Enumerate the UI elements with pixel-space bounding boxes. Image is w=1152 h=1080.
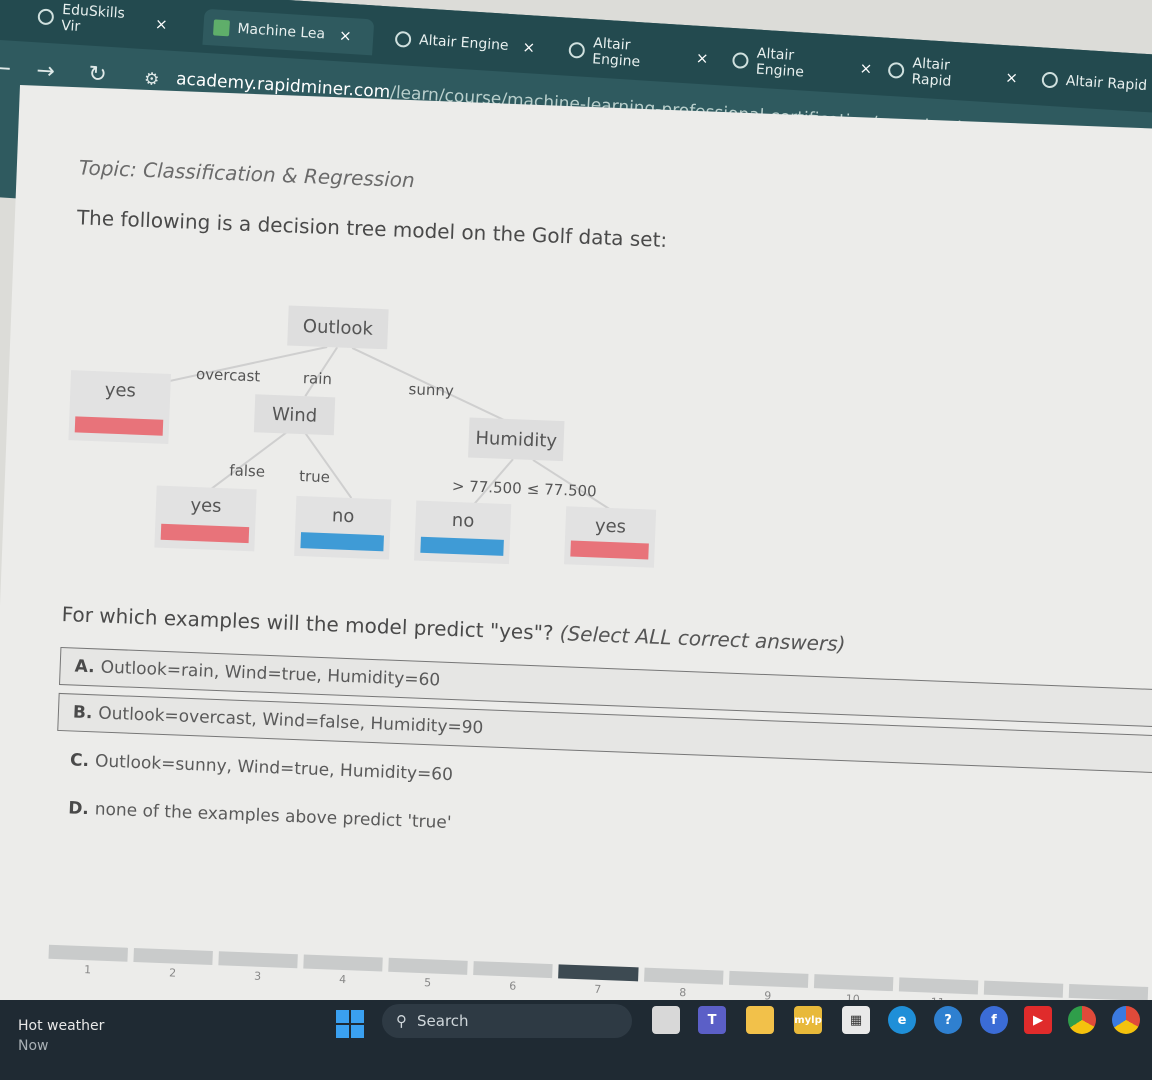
progress-segment-current[interactable] xyxy=(558,964,639,982)
progress-segment[interactable] xyxy=(1068,983,1149,1001)
globe-icon xyxy=(1041,71,1059,89)
progress-segment[interactable] xyxy=(728,970,809,988)
tab-altair-engine-1[interactable]: Altair Engine × xyxy=(384,20,556,67)
node-humidity: Humidity xyxy=(468,417,565,462)
question-text: For which examples will the model predic… xyxy=(61,602,846,657)
leaf-overcast: yes xyxy=(68,370,172,444)
progress-segment[interactable] xyxy=(898,977,979,995)
facebook-icon[interactable]: f xyxy=(980,1006,1008,1034)
edge-label-sunny: sunny xyxy=(408,380,455,400)
edge-true xyxy=(303,430,353,499)
search-icon: ⚲ xyxy=(396,1012,407,1030)
tab-eduskills[interactable]: EduSkills Vir × xyxy=(27,0,179,43)
close-icon[interactable]: × xyxy=(695,49,709,68)
tab-altair-rapid-2[interactable]: Altair Rapid xyxy=(1031,61,1152,105)
forward-icon[interactable]: → xyxy=(36,58,56,84)
progress-segment[interactable] xyxy=(218,951,299,969)
calendar-icon[interactable]: ▦ xyxy=(842,1006,870,1034)
close-icon[interactable]: × xyxy=(859,59,873,78)
windows-start-icon[interactable] xyxy=(336,1010,364,1038)
chrome-icon[interactable] xyxy=(1068,1006,1096,1034)
tab-altair-engine-2[interactable]: Altair Engine × xyxy=(558,31,720,77)
close-icon[interactable]: × xyxy=(154,15,168,34)
file-explorer-icon[interactable] xyxy=(652,1006,680,1034)
folder-icon[interactable] xyxy=(746,1006,774,1034)
site-settings-icon[interactable]: ⚙ xyxy=(143,69,159,90)
progress-segment[interactable] xyxy=(813,974,894,992)
chrome-beta-icon[interactable] xyxy=(1112,1006,1140,1034)
taskbar: Hot weather Now ⚲ Search T mylp ▦ e ? f … xyxy=(0,1000,1152,1080)
node-outlook: Outlook xyxy=(287,305,389,350)
tab-altair-engine-3[interactable]: Altair Engine × xyxy=(721,41,883,87)
edge-label-gt: > 77.500 xyxy=(451,476,523,498)
leaf-wind-false: yes xyxy=(154,485,257,552)
globe-icon xyxy=(568,41,586,59)
mylp-icon[interactable]: mylp xyxy=(794,1006,822,1034)
leaf-bar-yes xyxy=(570,540,649,560)
edge-label-true: true xyxy=(298,467,331,487)
topic-heading: Topic: Classification & Regression xyxy=(78,155,416,193)
reload-icon[interactable]: ↻ xyxy=(88,62,108,88)
node-wind: Wind xyxy=(253,394,336,436)
leaf-bar-yes xyxy=(74,416,164,436)
progress-segment[interactable] xyxy=(48,944,129,962)
edge-icon[interactable]: e xyxy=(888,1006,916,1034)
progress-segment[interactable] xyxy=(388,957,469,975)
progress-segment[interactable] xyxy=(643,967,724,985)
help-icon[interactable]: ? xyxy=(934,1006,962,1034)
progress-segment[interactable] xyxy=(473,961,554,979)
progress-segment[interactable] xyxy=(983,980,1064,998)
edge-label-le: ≤ 77.500 xyxy=(526,479,597,501)
leaf-wind-true: no xyxy=(294,495,392,560)
globe-icon xyxy=(37,8,55,26)
question-intro: The following is a decision tree model o… xyxy=(76,205,668,252)
taskbar-search[interactable]: ⚲ Search xyxy=(382,1004,632,1038)
globe-icon xyxy=(887,61,905,79)
edge-label-false: false xyxy=(229,461,266,481)
edge-label-overcast: overcast xyxy=(195,364,261,386)
leaf-bar-no xyxy=(300,532,384,552)
close-icon[interactable]: × xyxy=(1005,68,1019,87)
tab-machine-learning[interactable]: Machine Lea × xyxy=(202,8,375,56)
weather-widget[interactable]: Hot weather Now xyxy=(18,1016,104,1056)
globe-icon xyxy=(731,52,749,70)
progress-segment[interactable] xyxy=(303,954,384,972)
leaf-humidity-gt: no xyxy=(414,500,512,565)
globe-icon xyxy=(394,30,412,48)
close-icon[interactable]: × xyxy=(522,38,536,57)
teams-icon[interactable]: T xyxy=(698,1006,726,1034)
decision-tree: Outlook Wind Humidity overcast rain sunn… xyxy=(63,292,693,596)
tab-altair-rapid-1[interactable]: Altair Rapid × xyxy=(877,51,1029,96)
youtube-icon[interactable]: ▶ xyxy=(1024,1006,1052,1034)
leaf-bar-no xyxy=(420,536,504,556)
progress-segment[interactable] xyxy=(133,948,214,966)
leaf-humidity-le: yes xyxy=(564,506,657,568)
exam-page: Topic: Classification & Regression The f… xyxy=(0,85,1152,1072)
back-icon[interactable]: ← xyxy=(0,56,12,82)
leaf-bar-yes xyxy=(160,523,250,544)
edge-label-rain: rain xyxy=(302,369,333,389)
close-icon[interactable]: × xyxy=(339,26,353,45)
rapidminer-icon xyxy=(213,19,230,37)
